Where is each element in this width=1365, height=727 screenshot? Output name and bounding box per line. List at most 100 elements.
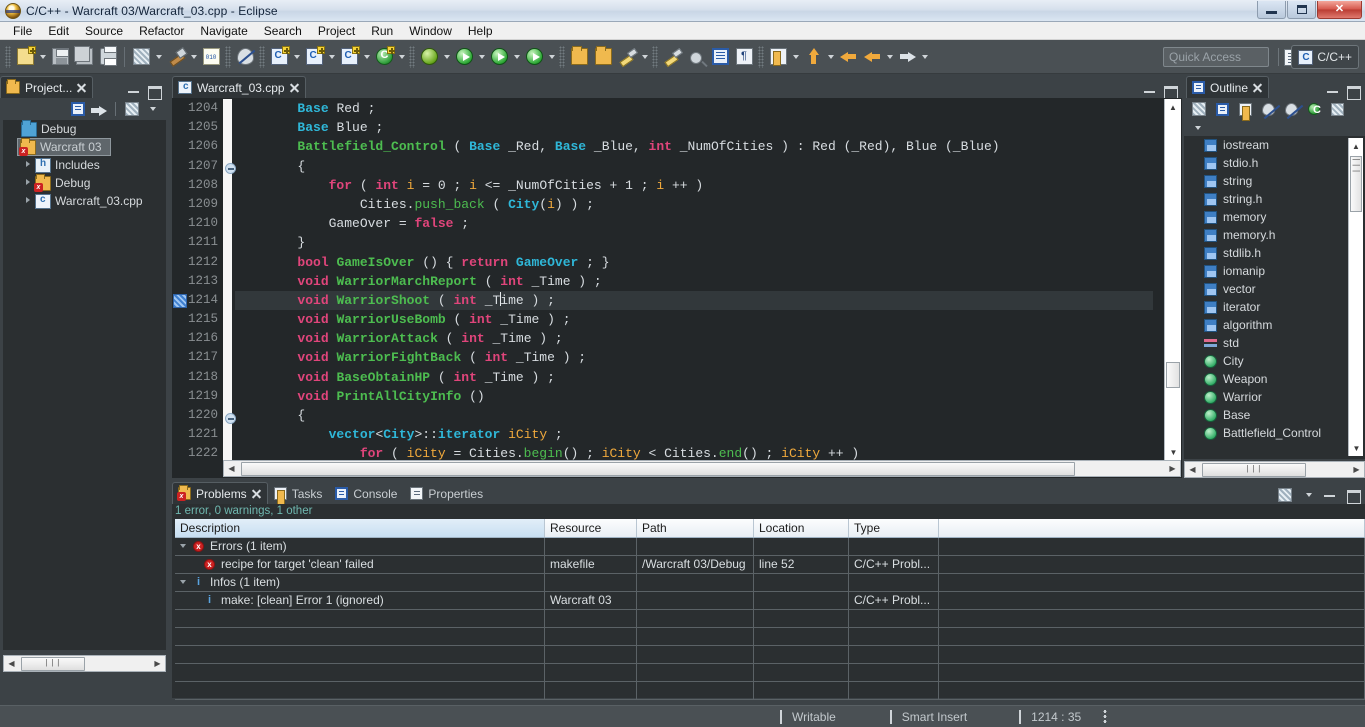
editor-area[interactable]: 1204 1205 1206 1207 1208 1209 1210 1211 1212 1213… bbox=[172, 98, 1182, 478]
cell-path[interactable] bbox=[637, 574, 754, 592]
outline-item[interactable]: memory bbox=[1184, 208, 1365, 226]
outline-collapse-all-button[interactable] bbox=[1213, 100, 1231, 118]
tab-problems[interactable]: x Problems bbox=[172, 482, 268, 504]
menu-edit[interactable]: Edit bbox=[40, 23, 77, 39]
editor-hscrollbar[interactable]: ◀ ▶ bbox=[223, 460, 1181, 477]
code-line[interactable]: void WarriorAttack ( int _Time ) ; bbox=[235, 329, 1153, 348]
outline-item[interactable]: Battlefield_Control bbox=[1184, 424, 1365, 442]
new-cpp-class-dropdown[interactable] bbox=[291, 45, 302, 69]
tab-properties[interactable]: Properties bbox=[404, 482, 490, 504]
chevron-right-icon[interactable] bbox=[23, 159, 35, 171]
new-c-file-button[interactable] bbox=[337, 45, 361, 69]
forward-dropdown[interactable] bbox=[919, 45, 930, 69]
forward-button[interactable] bbox=[895, 45, 919, 69]
maximize-view-button[interactable] bbox=[147, 84, 162, 100]
outline-vscrollbar[interactable]: ▲ ||| ▼ bbox=[1348, 138, 1363, 456]
toolbar-grip-2[interactable] bbox=[225, 45, 231, 68]
scroll-right-icon[interactable]: ▶ bbox=[1165, 461, 1180, 476]
problems-view-dropdown-icon[interactable] bbox=[1303, 488, 1314, 502]
cell-description[interactable]: i make: [clean] Error 1 (ignored) bbox=[175, 592, 545, 610]
code-line[interactable]: { bbox=[235, 406, 1153, 425]
menu-navigate[interactable]: Navigate bbox=[192, 23, 255, 39]
back-dropdown[interactable] bbox=[884, 45, 895, 69]
outline-item[interactable]: memory.h bbox=[1184, 226, 1365, 244]
editor-vscrollbar[interactable]: ▲ ▼ bbox=[1164, 99, 1181, 460]
code-line[interactable]: void WarriorFightBack ( int _Time ) ; bbox=[235, 348, 1153, 367]
minimize-editor-button[interactable] bbox=[1143, 84, 1157, 98]
outline-item[interactable]: string.h bbox=[1184, 190, 1365, 208]
debug-button[interactable] bbox=[417, 45, 441, 69]
cell-location[interactable] bbox=[754, 574, 849, 592]
scroll-left-icon[interactable]: ◀ bbox=[4, 656, 19, 671]
maximize-button[interactable] bbox=[1287, 1, 1316, 19]
cell-location[interactable] bbox=[754, 592, 849, 610]
fold-collapse-icon[interactable] bbox=[225, 413, 236, 424]
scroll-right-icon[interactable]: ▶ bbox=[150, 656, 165, 671]
outline-hscrollbar[interactable]: ◀ ||| ▶ bbox=[1184, 461, 1365, 478]
code-line[interactable]: void PrintAllCityInfo () bbox=[235, 387, 1153, 406]
overview-ruler[interactable] bbox=[1153, 99, 1164, 460]
next-annotation-dropdown[interactable] bbox=[790, 45, 801, 69]
external-tools-button[interactable] bbox=[487, 45, 511, 69]
tab-console[interactable]: Console bbox=[329, 482, 404, 504]
toolbar-grip-6[interactable] bbox=[652, 45, 658, 68]
open-type-button[interactable] bbox=[567, 45, 591, 69]
back-history-button[interactable] bbox=[860, 45, 884, 69]
cell-description[interactable]: x recipe for target 'clean' failed bbox=[175, 556, 545, 574]
new-file-dropdown[interactable] bbox=[37, 45, 48, 69]
occurrence-marker-icon[interactable] bbox=[173, 294, 187, 308]
close-icon[interactable] bbox=[290, 83, 299, 92]
external-tools-dropdown[interactable] bbox=[511, 45, 522, 69]
code-line[interactable]: void BaseObtainHP ( int _Time ) ; bbox=[235, 368, 1153, 387]
cell-path[interactable] bbox=[637, 592, 754, 610]
problems-table[interactable]: Description Resource Path Location Type … bbox=[175, 519, 1365, 700]
tree-item-debug[interactable]: x Debug bbox=[3, 173, 166, 192]
collapse-all-button[interactable] bbox=[69, 100, 87, 118]
chevron-down-icon[interactable] bbox=[178, 577, 189, 588]
hscroll-thumb[interactable]: ||| bbox=[1202, 462, 1306, 477]
cell-type[interactable] bbox=[849, 538, 939, 556]
cell-location[interactable] bbox=[754, 538, 849, 556]
code-line[interactable]: bool GameIsOver () { return GameOver ; } bbox=[235, 253, 1153, 272]
cell-description[interactable]: i Infos (1 item) bbox=[175, 574, 545, 592]
code-line[interactable]: Battlefield_Control ( Base _Red, Base _B… bbox=[235, 137, 1153, 156]
menu-refactor[interactable]: Refactor bbox=[131, 23, 192, 39]
toolbar-grip-7[interactable] bbox=[758, 45, 764, 68]
build-dropdown[interactable] bbox=[188, 45, 199, 69]
menu-run[interactable]: Run bbox=[363, 23, 401, 39]
minimize-problems-button[interactable] bbox=[1323, 488, 1337, 502]
skip-breakpoints-button[interactable] bbox=[233, 45, 257, 69]
column-type[interactable]: Type bbox=[849, 519, 939, 537]
brush-button[interactable] bbox=[615, 45, 639, 69]
close-icon[interactable] bbox=[1253, 83, 1262, 92]
hscroll-thumb[interactable]: ||| bbox=[21, 656, 85, 671]
outline-item[interactable]: string bbox=[1184, 172, 1365, 190]
outline-item[interactable]: algorithm bbox=[1184, 316, 1365, 334]
new-file-button[interactable] bbox=[13, 45, 37, 69]
outline-item[interactable]: Base bbox=[1184, 406, 1365, 424]
next-annotation-button[interactable] bbox=[766, 45, 790, 69]
code-line[interactable]: for ( int i = 0 ; i <= _NumOfCities + 1 … bbox=[235, 176, 1153, 195]
outline-item[interactable]: Warrior bbox=[1184, 388, 1365, 406]
table-row[interactable]: x recipe for target 'clean' failed makefil… bbox=[175, 556, 1365, 574]
code-line[interactable]: vector<City>::iterator iCity ; bbox=[235, 425, 1153, 444]
quick-access-input[interactable]: Quick Access bbox=[1163, 47, 1269, 67]
outline-hide-nonpublic-button[interactable] bbox=[1305, 100, 1323, 118]
perspective-cpp-button[interactable]: C/C++ bbox=[1291, 45, 1359, 69]
tree-item-debug-root[interactable]: Debug bbox=[3, 119, 166, 138]
code-line[interactable]: { bbox=[235, 157, 1153, 176]
outline-item[interactable]: Weapon bbox=[1184, 370, 1365, 388]
vscroll-thumb[interactable]: ||| bbox=[1350, 156, 1362, 212]
build-all-dropdown[interactable] bbox=[153, 45, 164, 69]
outline-view-menu-button[interactable] bbox=[1190, 100, 1208, 118]
tab-project-explorer[interactable]: Project... bbox=[0, 76, 94, 98]
toolbar-grip-5[interactable] bbox=[559, 45, 565, 68]
close-button[interactable]: ✕ bbox=[1317, 1, 1362, 19]
scroll-down-icon[interactable]: ▼ bbox=[1165, 444, 1182, 460]
outline-hide-static-button[interactable] bbox=[1282, 100, 1300, 118]
previous-annotation-dropdown[interactable] bbox=[825, 45, 836, 69]
outline-sort-button[interactable] bbox=[1236, 100, 1254, 121]
menu-file[interactable]: File bbox=[5, 23, 40, 39]
maximize-editor-button[interactable] bbox=[1163, 84, 1178, 100]
tree-item-includes[interactable]: Includes bbox=[3, 156, 166, 174]
